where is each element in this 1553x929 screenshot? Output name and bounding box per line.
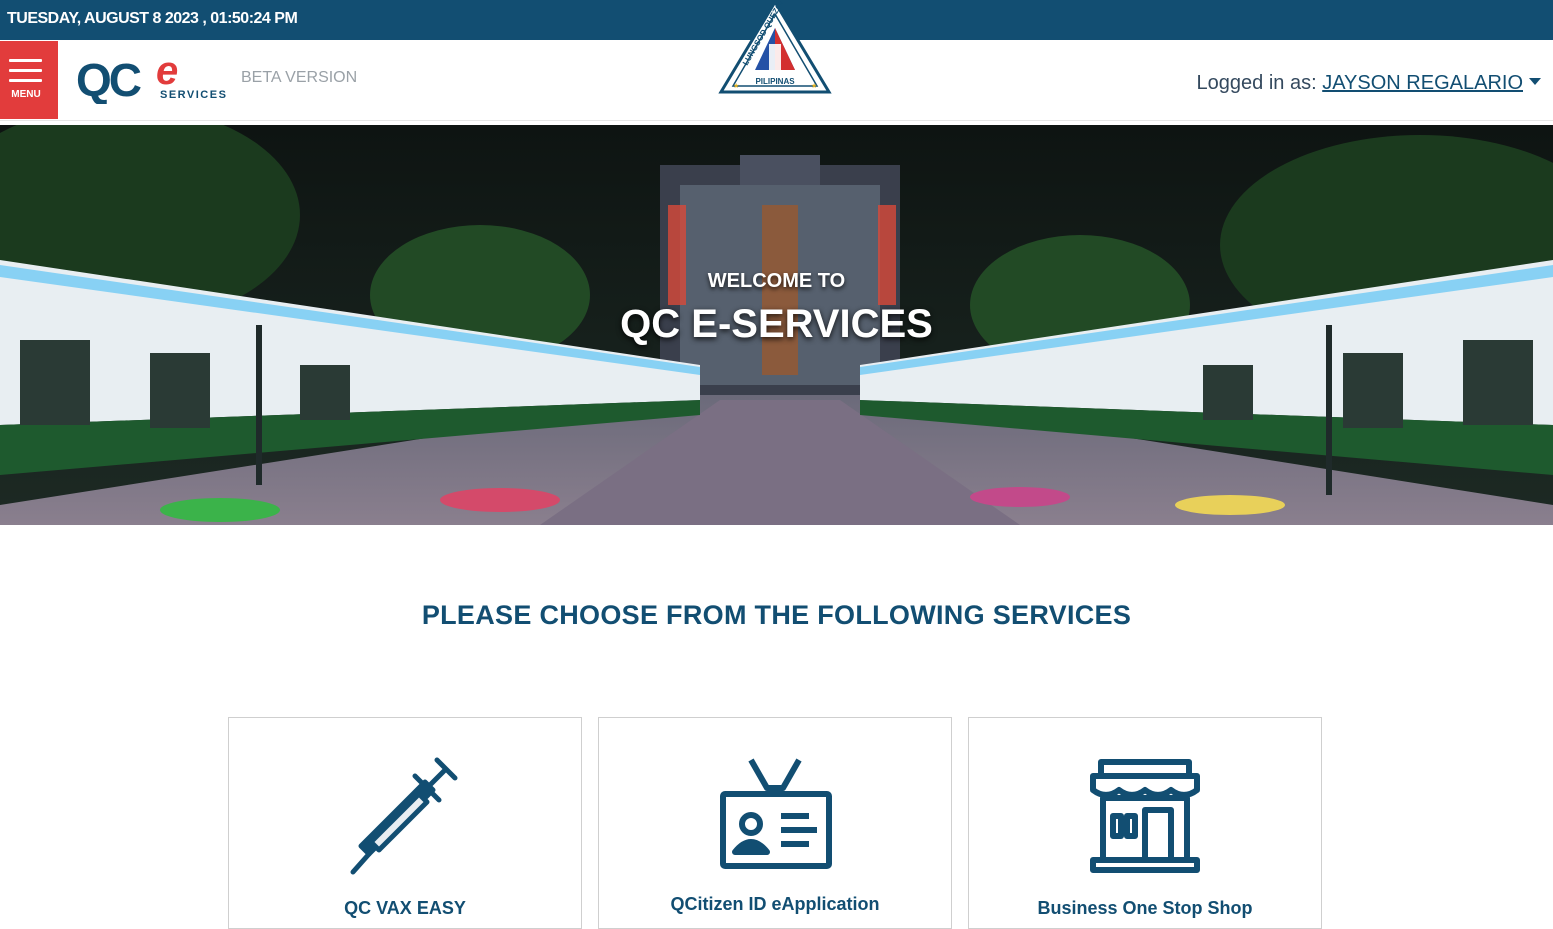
beta-version-label: BETA VERSION — [241, 69, 358, 86]
hero-welcome-text: WELCOME TO — [707, 270, 846, 292]
services-heading: PLEASE CHOOSE FROM THE FOLLOWING SERVICE… — [421, 600, 1132, 630]
svg-text:SERVICES: SERVICES — [160, 89, 227, 101]
quezon-city-seal: LUNGSOD QUEZON PILIPINAS ★ ★ — [718, 0, 832, 94]
hero-title: QC E-SERVICES — [620, 302, 933, 346]
menu-label: MENU — [11, 89, 41, 100]
id-card-icon — [720, 758, 832, 869]
logged-in-user: Logged in as: JAYSON REGALARIO — [1197, 72, 1541, 95]
service-card-qcitizen-id[interactable]: QCitizen ID eApplication — [598, 717, 952, 929]
svg-text:★: ★ — [811, 82, 817, 90]
svg-text:★: ★ — [733, 82, 739, 90]
date-time: TUESDAY, AUGUST 8 2023 , 01:50:24 PM — [7, 10, 298, 27]
syringe-icon — [350, 757, 458, 875]
svg-text:PILIPINAS: PILIPINAS — [755, 77, 795, 86]
menu-button[interactable]: MENU — [0, 41, 58, 119]
service-card-qc-vax-easy[interactable]: QC VAX EASY — [228, 717, 582, 929]
storefront-icon — [1090, 759, 1200, 873]
svg-text:e: e — [156, 52, 178, 93]
service-card-label: QCitizen ID eApplication — [670, 894, 880, 914]
qce-services-logo[interactable]: QC e SERVICES — [76, 52, 236, 104]
hamburger-icon — [9, 59, 42, 62]
service-card-business-one-stop-shop[interactable]: Business One Stop Shop — [968, 717, 1322, 929]
caret-down-icon[interactable] — [1529, 78, 1541, 85]
user-menu-link[interactable]: JAYSON REGALARIO — [1322, 72, 1523, 94]
logged-in-label: Logged in as: — [1196, 72, 1323, 94]
hero-banner: WELCOME TO QC E-SERVICES — [0, 125, 1553, 525]
svg-text:QC: QC — [76, 54, 141, 104]
